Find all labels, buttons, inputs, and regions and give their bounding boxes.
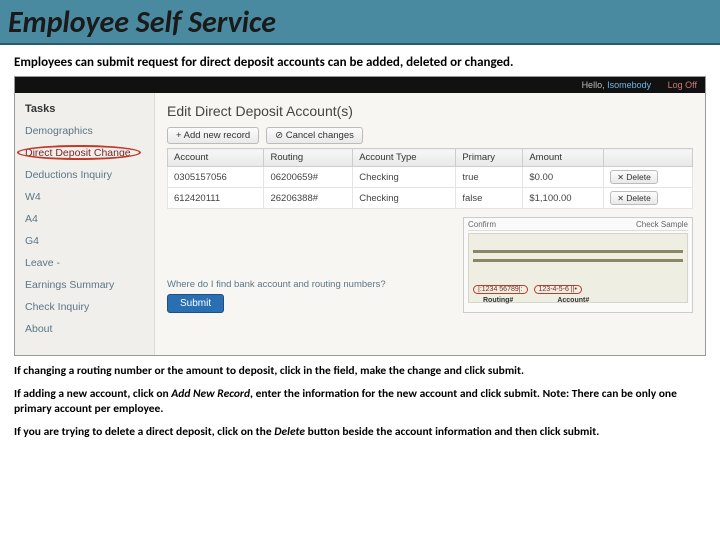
hello-label: Hello, bbox=[582, 80, 605, 90]
tab-confirm[interactable]: Confirm bbox=[468, 220, 496, 229]
sidebar-item-a4[interactable]: A4 bbox=[25, 213, 144, 225]
account-segment: 123-4-5-6 ||• bbox=[534, 285, 582, 294]
col-routing[interactable]: Routing bbox=[264, 149, 353, 167]
col-actions bbox=[604, 149, 693, 167]
account-label: Account# bbox=[557, 297, 589, 304]
cell-type[interactable]: Checking bbox=[353, 167, 456, 188]
help-link[interactable]: Where do I find bank account and routing… bbox=[167, 279, 386, 290]
cell-amount[interactable]: $1,100.00 bbox=[523, 188, 604, 209]
delete-button[interactable]: Delete bbox=[610, 170, 658, 184]
cell-routing[interactable]: 06200659# bbox=[264, 167, 353, 188]
note-change: If changing a routing number or the amou… bbox=[14, 364, 706, 379]
cell-account[interactable]: 0305157056 bbox=[168, 167, 264, 188]
sidebar-item-earnings[interactable]: Earnings Summary bbox=[25, 279, 144, 291]
logoff-link[interactable]: Log Off bbox=[668, 80, 697, 90]
page-header: Employee Self Service bbox=[0, 0, 720, 45]
accounts-table: Account Routing Account Type Primary Amo… bbox=[167, 148, 693, 209]
cell-primary[interactable]: true bbox=[456, 167, 523, 188]
cell-account[interactable]: 612420111 bbox=[168, 188, 264, 209]
app-topbar: Hello, Isomebody Log Off bbox=[15, 77, 705, 93]
delete-button[interactable]: Delete bbox=[610, 191, 658, 205]
cell-amount[interactable]: $0.00 bbox=[523, 167, 604, 188]
col-account[interactable]: Account bbox=[168, 149, 264, 167]
cell-primary[interactable]: false bbox=[456, 188, 523, 209]
col-type[interactable]: Account Type bbox=[353, 149, 456, 167]
cell-routing[interactable]: 26206388# bbox=[264, 188, 353, 209]
sidebar-item-leave[interactable]: Leave - bbox=[25, 257, 144, 269]
check-line-icon bbox=[473, 259, 683, 262]
table-row: 0305157056 06200659# Checking true $0.00… bbox=[168, 167, 693, 188]
sidebar: Tasks Demographics Direct Deposit Change… bbox=[15, 93, 155, 355]
sidebar-item-label: Direct Deposit Change bbox=[25, 147, 131, 159]
sidebar-item-check-inquiry[interactable]: Check Inquiry bbox=[25, 301, 144, 313]
add-record-button[interactable]: + Add new record bbox=[167, 127, 259, 144]
toolbar: + Add new record ⊘ Cancel changes bbox=[167, 127, 693, 144]
cancel-changes-button[interactable]: ⊘ Cancel changes bbox=[266, 127, 363, 144]
sidebar-item-w4[interactable]: W4 bbox=[25, 191, 144, 203]
check-line-icon bbox=[473, 250, 683, 253]
check-sample-panel: Confirm Check Sample |:1234 56789|: 123-… bbox=[463, 217, 693, 313]
note-delete: If you are trying to delete a direct dep… bbox=[14, 425, 706, 440]
page-title: Employee Self Service bbox=[8, 4, 712, 41]
sidebar-item-deductions[interactable]: Deductions Inquiry bbox=[25, 169, 144, 181]
sidebar-item-demographics[interactable]: Demographics bbox=[25, 125, 144, 137]
col-primary[interactable]: Primary bbox=[456, 149, 523, 167]
sidebar-item-g4[interactable]: G4 bbox=[25, 235, 144, 247]
sidebar-item-direct-deposit[interactable]: Direct Deposit Change bbox=[25, 147, 144, 159]
check-image: |:1234 56789|: 123-4-5-6 ||• Routing# Ac… bbox=[468, 233, 688, 303]
tab-check-sample[interactable]: Check Sample bbox=[636, 220, 688, 229]
cell-type[interactable]: Checking bbox=[353, 188, 456, 209]
sidebar-item-about[interactable]: About bbox=[25, 323, 144, 335]
col-amount[interactable]: Amount bbox=[523, 149, 604, 167]
app-screenshot: Hello, Isomebody Log Off Tasks Demograph… bbox=[14, 76, 706, 356]
intro-text: Employees can submit request for direct … bbox=[0, 45, 720, 76]
note-add: If adding a new account, click on Add Ne… bbox=[14, 387, 706, 417]
table-row: 612420111 26206388# Checking false $1,10… bbox=[168, 188, 693, 209]
routing-segment: |:1234 56789|: bbox=[473, 285, 528, 294]
username-link[interactable]: Isomebody bbox=[607, 80, 651, 90]
routing-label: Routing# bbox=[483, 297, 513, 304]
submit-button[interactable]: Submit bbox=[167, 294, 224, 313]
sidebar-title: Tasks bbox=[25, 103, 144, 115]
panel-title: Edit Direct Deposit Account(s) bbox=[167, 103, 693, 119]
instruction-notes: If changing a routing number or the amou… bbox=[0, 356, 720, 440]
main-panel: Edit Direct Deposit Account(s) + Add new… bbox=[155, 93, 705, 355]
